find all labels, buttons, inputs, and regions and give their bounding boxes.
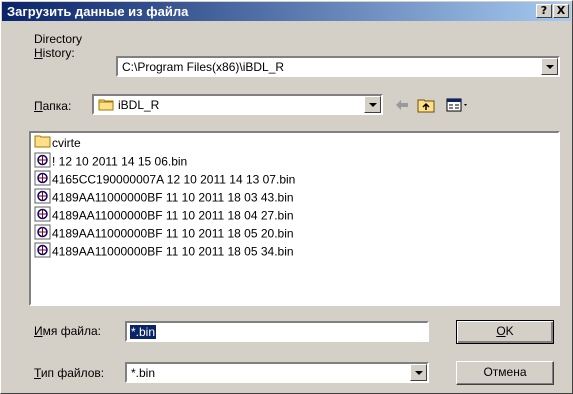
directory-history-label: Directory History: (34, 32, 82, 60)
list-item[interactable]: 4189AA11000000BF 11 10 2011 18 05 20.bin (34, 224, 294, 242)
filetype-label-rest: ип файлов: (40, 366, 105, 380)
directory-history-hotkey: H (34, 46, 43, 60)
list-item[interactable]: 4189AA11000000BF 11 10 2011 18 05 34.bin (34, 242, 294, 260)
filetype-select[interactable]: *.bin (125, 362, 429, 383)
chevron-down-icon[interactable] (410, 364, 427, 381)
list-item-label: 4165CC190000007A 12 10 2011 14 13 07.bin (52, 172, 296, 187)
folder-icon (34, 134, 51, 153)
list-item-label: 4189AA11000000BF 11 10 2011 18 05 20.bin (52, 226, 294, 241)
cancel-button[interactable]: Отмена (456, 361, 554, 385)
list-item[interactable]: 4165CC190000007A 12 10 2011 14 13 07.bin (34, 170, 295, 188)
open-file-dialog: Загрузить данные из файла ? X Directory … (0, 0, 573, 394)
list-item-folder[interactable]: cvirte (34, 134, 81, 152)
directory-history-label-rest: istory: (42, 46, 75, 60)
list-item-label: cvirte (52, 136, 81, 150)
chevron-down-icon[interactable] (541, 58, 558, 75)
file-list[interactable]: cvirte ! 12 10 2011 14 15 06.bin 4165CC1… (29, 131, 560, 306)
directory-history-label-line2: History: (34, 46, 82, 60)
ok-hotkey: O (496, 324, 506, 338)
filename-hotkey: И (34, 324, 43, 338)
view-menu-icon[interactable] (446, 97, 470, 113)
folder-select[interactable]: iBDL_R (92, 94, 383, 115)
help-button[interactable]: ? (536, 4, 552, 18)
back-arrow-icon[interactable] (394, 97, 410, 113)
filename-input[interactable]: *.bin (125, 321, 429, 342)
folder-label-rest: апка: (42, 99, 72, 113)
directory-history-value: C:\Program Files(x86)\iBDL_R (122, 60, 285, 74)
directory-history-label-line1: Directory (34, 32, 83, 46)
filename-value: *.bin (130, 325, 157, 339)
up-folder-icon[interactable] (417, 97, 435, 113)
filename-label-rest: мя файла: (42, 324, 101, 338)
close-button[interactable]: X (553, 4, 569, 18)
ok-label-rest: K (505, 324, 514, 338)
chevron-down-icon[interactable] (364, 96, 381, 113)
filetype-hotkey: Т (34, 366, 41, 380)
folder-icon (98, 97, 114, 114)
folder-value: iBDL_R (118, 98, 160, 112)
list-item[interactable]: 4189AA11000000BF 11 10 2011 18 03 43.bin (34, 188, 294, 206)
folder-label: Папка: (34, 99, 71, 113)
list-item-label: 4189AA11000000BF 11 10 2011 18 03 43.bin (52, 190, 294, 205)
list-item[interactable]: ! 12 10 2011 14 15 06.bin (34, 152, 187, 170)
filetype-value: *.bin (131, 366, 156, 380)
list-item[interactable]: 4189AA11000000BF 11 10 2011 18 04 27.bin (34, 206, 294, 224)
directory-history-select[interactable]: C:\Program Files(x86)\iBDL_R (116, 56, 560, 77)
ok-button[interactable]: OK (456, 320, 554, 344)
filename-label: Имя файла: (34, 324, 101, 338)
bin-file-icon (34, 242, 51, 263)
title-bar[interactable]: Загрузить данные из файла ? X (2, 2, 571, 21)
dialog-title: Загрузить данные из файла (7, 4, 189, 19)
filetype-label: Тип файлов: (34, 366, 104, 380)
list-item-label: 4189AA11000000BF 11 10 2011 18 05 34.bin (52, 244, 294, 259)
list-item-label: 4189AA11000000BF 11 10 2011 18 04 27.bin (52, 208, 294, 223)
folder-hotkey: П (34, 99, 43, 113)
list-item-label: ! 12 10 2011 14 15 06.bin (52, 154, 188, 169)
